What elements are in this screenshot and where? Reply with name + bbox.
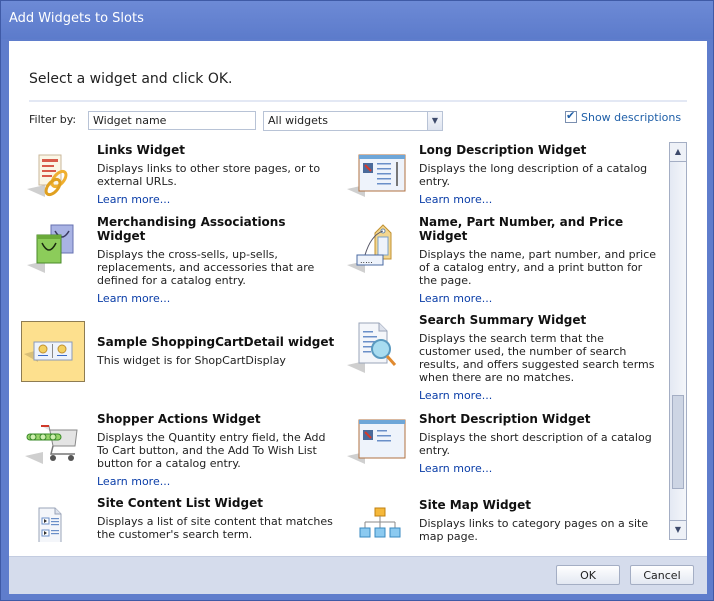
widget-text: Name, Part Number, and Price Widget Disp… bbox=[419, 215, 659, 305]
show-descriptions-label: Show descriptions bbox=[581, 111, 682, 124]
widget-list: Links Widget Displays links to other sto… bbox=[21, 139, 664, 542]
scroll-down-arrow-icon[interactable]: ▼ bbox=[670, 520, 686, 539]
short-description-icon bbox=[343, 416, 407, 476]
widget-item-search-summary[interactable]: Search Summary Widget Displays the searc… bbox=[343, 313, 663, 409]
widget-item-site-content-list[interactable]: Site Content List Widget Displays a list… bbox=[21, 496, 341, 542]
svg-text:.....: ..... bbox=[360, 256, 373, 265]
widget-text: Search Summary Widget Displays the searc… bbox=[419, 313, 659, 402]
learn-more-link[interactable]: Learn more... bbox=[97, 292, 337, 305]
scrollbar-thumb[interactable] bbox=[672, 395, 684, 489]
ok-button[interactable]: OK bbox=[556, 565, 620, 585]
widget-text: Site Content List Widget Displays a list… bbox=[97, 496, 337, 541]
widget-text: Long Description Widget Displays the lon… bbox=[419, 143, 659, 206]
widget-type-select-value: All widgets bbox=[268, 114, 328, 127]
widget-type-select[interactable]: All widgets ▼ bbox=[263, 111, 443, 131]
shopping-cart-detail-icon bbox=[21, 321, 85, 382]
widget-name: Sample ShoppingCartDetail widget bbox=[97, 335, 335, 349]
widget-description: This widget is for ShopCartDisplay bbox=[97, 354, 286, 367]
chevron-down-icon[interactable]: ▼ bbox=[427, 112, 442, 130]
site-map-icon bbox=[343, 504, 407, 542]
widget-item-site-map[interactable]: Site Map Widget Displays links to catego… bbox=[343, 498, 663, 542]
scroll-up-arrow-icon[interactable]: ▲ bbox=[670, 143, 686, 162]
widget-name: Search Summary Widget bbox=[419, 313, 587, 327]
widget-name: Site Map Widget bbox=[419, 498, 532, 512]
instruction-text: Select a widget and click OK. bbox=[29, 71, 233, 87]
widget-item-links[interactable]: Links Widget Displays links to other sto… bbox=[21, 143, 341, 213]
widget-description: Displays the Quantity entry field, the A… bbox=[97, 431, 326, 470]
show-descriptions-checkbox[interactable]: Show descriptions bbox=[565, 109, 682, 124]
checkbox-checked-icon[interactable] bbox=[565, 109, 577, 123]
filter-label: Filter by: bbox=[29, 113, 77, 126]
widget-name-filter-input[interactable] bbox=[88, 111, 256, 130]
dialog-content: Select a widget and click OK. Filter by:… bbox=[9, 41, 707, 556]
widget-description: Displays the search term that the custom… bbox=[419, 332, 655, 384]
widget-name: Name, Part Number, and Price Widget bbox=[419, 215, 624, 243]
links-icon bbox=[21, 149, 85, 209]
divider bbox=[29, 100, 687, 102]
shopping-bags-icon bbox=[21, 221, 85, 281]
cancel-button[interactable]: Cancel bbox=[630, 565, 694, 585]
learn-more-link[interactable]: Learn more... bbox=[419, 292, 659, 305]
shopping-cart-icon bbox=[21, 416, 85, 476]
long-description-icon bbox=[343, 149, 407, 209]
widget-name: Merchandising Associations Widget bbox=[97, 215, 286, 243]
learn-more-link[interactable]: Learn more... bbox=[419, 193, 659, 206]
widget-item-short-description[interactable]: Short Description Widget Displays the sh… bbox=[343, 412, 663, 492]
widget-name: Links Widget bbox=[97, 143, 186, 157]
widget-item-shopper-actions[interactable]: Shopper Actions Widget Displays the Quan… bbox=[21, 412, 341, 492]
widget-item-name-part-number-price[interactable]: ..... Name, Part Number, and Price Widge… bbox=[343, 215, 663, 311]
widget-text: Site Map Widget Displays links to catego… bbox=[419, 498, 659, 542]
learn-more-link[interactable]: Learn more... bbox=[419, 462, 659, 475]
widget-text: Sample ShoppingCartDetail widget This wi… bbox=[97, 335, 337, 367]
search-summary-icon bbox=[343, 319, 407, 379]
dialog-footer: OK Cancel bbox=[9, 556, 707, 594]
dialog-titlebar[interactable]: Add Widgets to Slots bbox=[1, 1, 713, 39]
add-widgets-dialog: Add Widgets to Slots Select a widget and… bbox=[0, 0, 714, 601]
learn-more-link[interactable]: Learn more... bbox=[97, 193, 337, 206]
widget-item-sample-shoppingcartdetail[interactable]: Sample ShoppingCartDetail widget This wi… bbox=[21, 321, 341, 383]
widget-text: Merchandising Associations Widget Displa… bbox=[97, 215, 337, 305]
widget-list-scrollbar[interactable]: ▲ ▼ bbox=[669, 142, 687, 540]
widget-description: Displays the name, part number, and pric… bbox=[419, 248, 657, 287]
widget-description: Displays links to other store pages, or … bbox=[97, 162, 321, 188]
widget-description: Displays the short description of a cata… bbox=[419, 431, 652, 457]
widget-name: Short Description Widget bbox=[419, 412, 591, 426]
site-content-list-icon bbox=[21, 506, 85, 542]
widget-item-long-description[interactable]: Long Description Widget Displays the lon… bbox=[343, 143, 663, 213]
widget-item-merchandising-associations[interactable]: Merchandising Associations Widget Displa… bbox=[21, 215, 341, 311]
widget-text: Short Description Widget Displays the sh… bbox=[419, 412, 659, 475]
widget-name: Long Description Widget bbox=[419, 143, 587, 157]
widget-text: Shopper Actions Widget Displays the Quan… bbox=[97, 412, 337, 488]
widget-description: Displays links to category pages on a si… bbox=[419, 517, 649, 542]
learn-more-link[interactable]: Learn more... bbox=[97, 475, 337, 488]
widget-description: Displays a list of site content that mat… bbox=[97, 515, 333, 541]
widget-name: Shopper Actions Widget bbox=[97, 412, 261, 426]
widget-description: Displays the long description of a catal… bbox=[419, 162, 648, 188]
widget-text: Links Widget Displays links to other sto… bbox=[97, 143, 337, 206]
price-tag-icon: ..... bbox=[343, 221, 407, 281]
dialog-title: Add Widgets to Slots bbox=[9, 11, 144, 26]
learn-more-link[interactable]: Learn more... bbox=[419, 389, 659, 402]
widget-name: Site Content List Widget bbox=[97, 496, 263, 510]
widget-description: Displays the cross-sells, up-sells, repl… bbox=[97, 248, 315, 287]
